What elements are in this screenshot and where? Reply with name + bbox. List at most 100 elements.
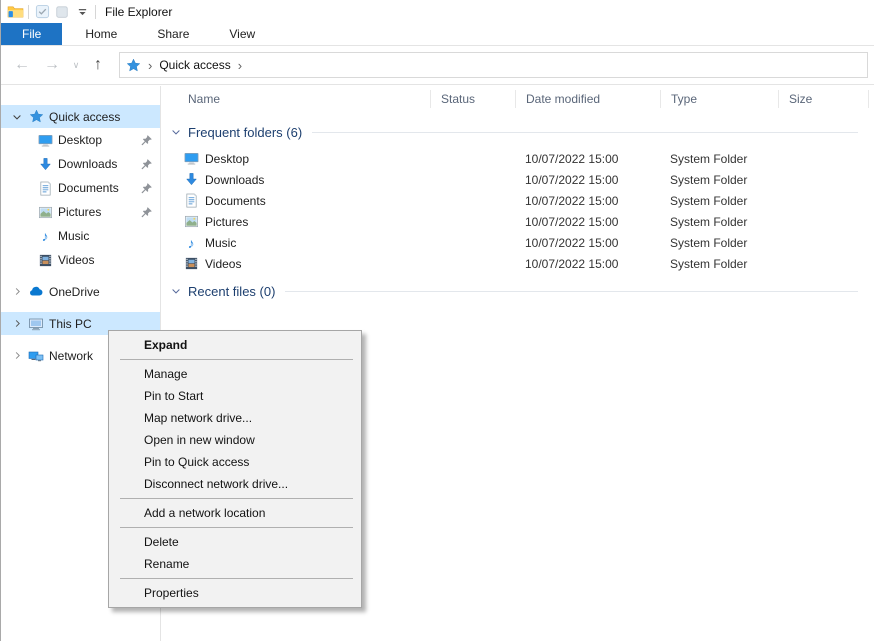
explorer-logo-icon — [5, 3, 25, 21]
file-row-videos[interactable]: Videos 10/07/2022 15:00 System Folder — [161, 253, 874, 274]
chevron-down-icon[interactable] — [9, 109, 25, 125]
menu-item-expand[interactable]: Expand — [109, 334, 361, 356]
sidebar-item-label: Documents — [58, 181, 119, 195]
menu-item-rename[interactable]: Rename — [109, 553, 361, 575]
menu-separator — [120, 359, 353, 360]
ribbon-tab-bar: File Home Share View — [1, 23, 874, 46]
back-arrow-icon: ← — [14, 57, 30, 73]
column-header-name[interactable]: Name — [161, 90, 430, 108]
chevron-right-icon[interactable] — [9, 284, 25, 300]
pictures-icon — [183, 214, 199, 230]
file-name: Music — [205, 236, 236, 250]
column-header-spacer — [868, 90, 874, 108]
desktop-icon — [183, 151, 199, 167]
up-button[interactable]: ↑ — [85, 57, 111, 73]
qat-customize-dropdown-icon[interactable] — [72, 3, 92, 21]
downloads-icon — [37, 156, 53, 172]
titlebar: File Explorer — [1, 0, 874, 23]
breadcrumb-chevron-icon: › — [141, 58, 159, 73]
file-name: Downloads — [205, 173, 264, 187]
breadcrumb-chevron-icon[interactable]: › — [231, 58, 249, 73]
menu-separator — [120, 578, 353, 579]
menu-item-pin-to-quick-access[interactable]: Pin to Quick access — [109, 451, 361, 473]
menu-item-disconnect-network-drive[interactable]: Disconnect network drive... — [109, 473, 361, 495]
chevron-right-icon[interactable] — [9, 316, 25, 332]
this-pc-monitor-icon — [28, 316, 44, 332]
pin-icon[interactable] — [140, 134, 153, 147]
file-date-modified: 10/07/2022 15:00 — [515, 152, 660, 166]
menu-item-manage[interactable]: Manage — [109, 363, 361, 385]
column-header-type[interactable]: Type — [660, 90, 778, 108]
breadcrumb-quick-access[interactable]: Quick access — [159, 58, 230, 72]
pin-icon[interactable] — [140, 158, 153, 171]
file-type: System Folder — [660, 257, 778, 271]
sidebar-item-videos[interactable]: Videos — [1, 248, 160, 272]
menu-separator — [120, 527, 353, 528]
recent-locations-dropdown[interactable]: ∨ — [67, 60, 85, 71]
music-note-icon: ♪ — [183, 235, 199, 251]
frequent-folders-list: Desktop 10/07/2022 15:00 System Folder D… — [161, 148, 874, 274]
network-icon — [28, 348, 44, 364]
file-type: System Folder — [660, 152, 778, 166]
forward-button[interactable]: → — [37, 57, 67, 73]
sidebar-item-label: Music — [58, 229, 89, 243]
tab-view[interactable]: View — [212, 23, 272, 45]
address-bar[interactable]: › Quick access › — [119, 52, 868, 78]
menu-item-open-in-new-window[interactable]: Open in new window — [109, 429, 361, 451]
group-header-label: Frequent folders (6) — [188, 125, 302, 140]
menu-item-pin-to-start[interactable]: Pin to Start — [109, 385, 361, 407]
chevron-down-icon[interactable] — [170, 125, 184, 139]
sidebar-item-pictures[interactable]: Pictures — [1, 200, 160, 224]
chevron-down-icon[interactable] — [170, 284, 184, 298]
file-row-music[interactable]: ♪ Music 10/07/2022 15:00 System Folder — [161, 232, 874, 253]
tab-home[interactable]: Home — [68, 23, 134, 45]
menu-item-map-network-drive[interactable]: Map network drive... — [109, 407, 361, 429]
sidebar-item-onedrive[interactable]: OneDrive — [1, 280, 160, 303]
back-button[interactable]: ← — [7, 57, 37, 73]
file-row-documents[interactable]: Documents 10/07/2022 15:00 System Folder — [161, 190, 874, 211]
file-type: System Folder — [660, 236, 778, 250]
videos-icon — [183, 256, 199, 272]
file-type: System Folder — [660, 194, 778, 208]
file-name: Pictures — [205, 215, 248, 229]
group-header-label: Recent files (0) — [188, 284, 275, 299]
pin-icon[interactable] — [140, 182, 153, 195]
column-header-size[interactable]: Size — [778, 90, 868, 108]
file-type: System Folder — [660, 215, 778, 229]
group-header-recent-files[interactable]: Recent files (0) — [161, 280, 874, 302]
sidebar-item-downloads[interactable]: Downloads — [1, 152, 160, 176]
sidebar-item-music[interactable]: ♪ Music — [1, 224, 160, 248]
file-row-downloads[interactable]: Downloads 10/07/2022 15:00 System Folder — [161, 169, 874, 190]
file-row-pictures[interactable]: Pictures 10/07/2022 15:00 System Folder — [161, 211, 874, 232]
sidebar-item-desktop[interactable]: Desktop — [1, 128, 160, 152]
chevron-right-icon[interactable] — [9, 348, 25, 364]
pin-icon[interactable] — [140, 206, 153, 219]
file-date-modified: 10/07/2022 15:00 — [515, 257, 660, 271]
tab-share[interactable]: Share — [140, 23, 206, 45]
column-header-date-modified[interactable]: Date modified — [515, 90, 660, 108]
menu-item-add-network-location[interactable]: Add a network location — [109, 502, 361, 524]
qat-properties-icon[interactable] — [32, 3, 52, 21]
titlebar-separator — [28, 5, 29, 19]
column-header-row: Name Status Date modified Type Size — [161, 86, 874, 112]
sidebar-item-label: Quick access — [49, 110, 120, 124]
file-row-desktop[interactable]: Desktop 10/07/2022 15:00 System Folder — [161, 148, 874, 169]
this-pc-context-menu: Expand Manage Pin to Start Map network d… — [108, 330, 362, 608]
group-header-frequent-folders[interactable]: Frequent folders (6) — [161, 121, 874, 143]
qat-new-folder-icon[interactable] — [52, 3, 72, 21]
forward-arrow-icon: → — [44, 57, 60, 73]
navigation-bar: ← → ∨ ↑ › Quick access › — [1, 46, 874, 85]
menu-item-properties[interactable]: Properties — [109, 582, 361, 604]
sidebar-item-documents[interactable]: Documents — [1, 176, 160, 200]
sidebar-item-quick-access[interactable]: Quick access — [1, 105, 160, 128]
documents-icon — [183, 193, 199, 209]
tab-file[interactable]: File — [1, 23, 62, 45]
onedrive-cloud-icon — [28, 284, 44, 300]
column-header-status[interactable]: Status — [430, 90, 515, 108]
file-name: Documents — [205, 194, 266, 208]
videos-icon — [37, 252, 53, 268]
sidebar-item-label: This PC — [49, 317, 92, 331]
menu-item-delete[interactable]: Delete — [109, 531, 361, 553]
sidebar-item-label: Pictures — [58, 205, 101, 219]
file-date-modified: 10/07/2022 15:00 — [515, 215, 660, 229]
